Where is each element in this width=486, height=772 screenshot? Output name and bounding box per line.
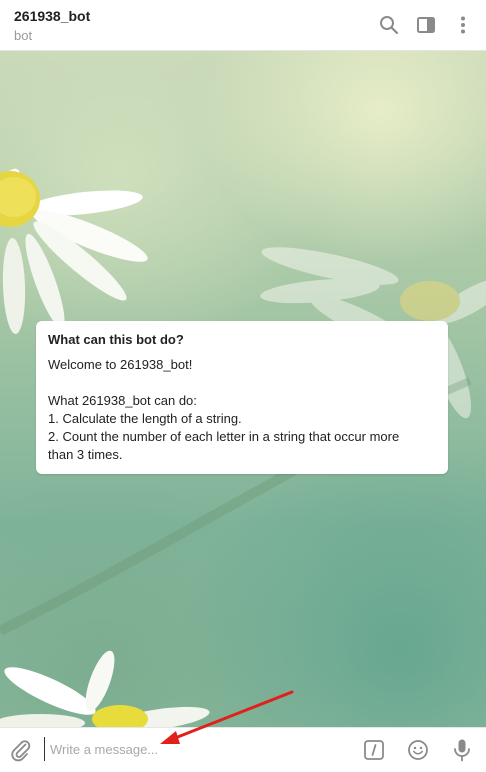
- chat-background: What can this bot do? Welcome to 261938_…: [0, 51, 486, 727]
- bot-command-icon[interactable]: [364, 740, 384, 760]
- chat-header: 261938_bot bot: [0, 0, 486, 51]
- attach-icon[interactable]: [9, 738, 33, 762]
- emoji-icon[interactable]: [407, 739, 429, 761]
- chat-title[interactable]: 261938_bot: [14, 8, 90, 24]
- telegram-chat-window: 261938_bot bot What can this bot do? Wel…: [0, 0, 486, 772]
- bot-info-item: 2. Count the number of each letter in a …: [48, 429, 400, 444]
- sidebar-toggle-icon[interactable]: [415, 14, 437, 36]
- message-input[interactable]: [44, 737, 350, 761]
- bot-info-welcome: Welcome to 261938_bot!: [48, 357, 193, 372]
- search-icon[interactable]: [378, 14, 400, 36]
- bot-info-card: What can this bot do? Welcome to 261938_…: [36, 321, 448, 474]
- bot-info-item: than 3 times.: [48, 447, 123, 462]
- more-vertical-icon[interactable]: [452, 14, 474, 36]
- message-composer: [0, 727, 486, 772]
- microphone-icon[interactable]: [452, 738, 472, 762]
- bot-info-title: What can this bot do?: [48, 332, 184, 347]
- bot-info-intro: What 261938_bot can do:: [48, 393, 197, 408]
- bot-info-item: 1. Calculate the length of a string.: [48, 411, 242, 426]
- chat-subtitle: bot: [14, 28, 33, 43]
